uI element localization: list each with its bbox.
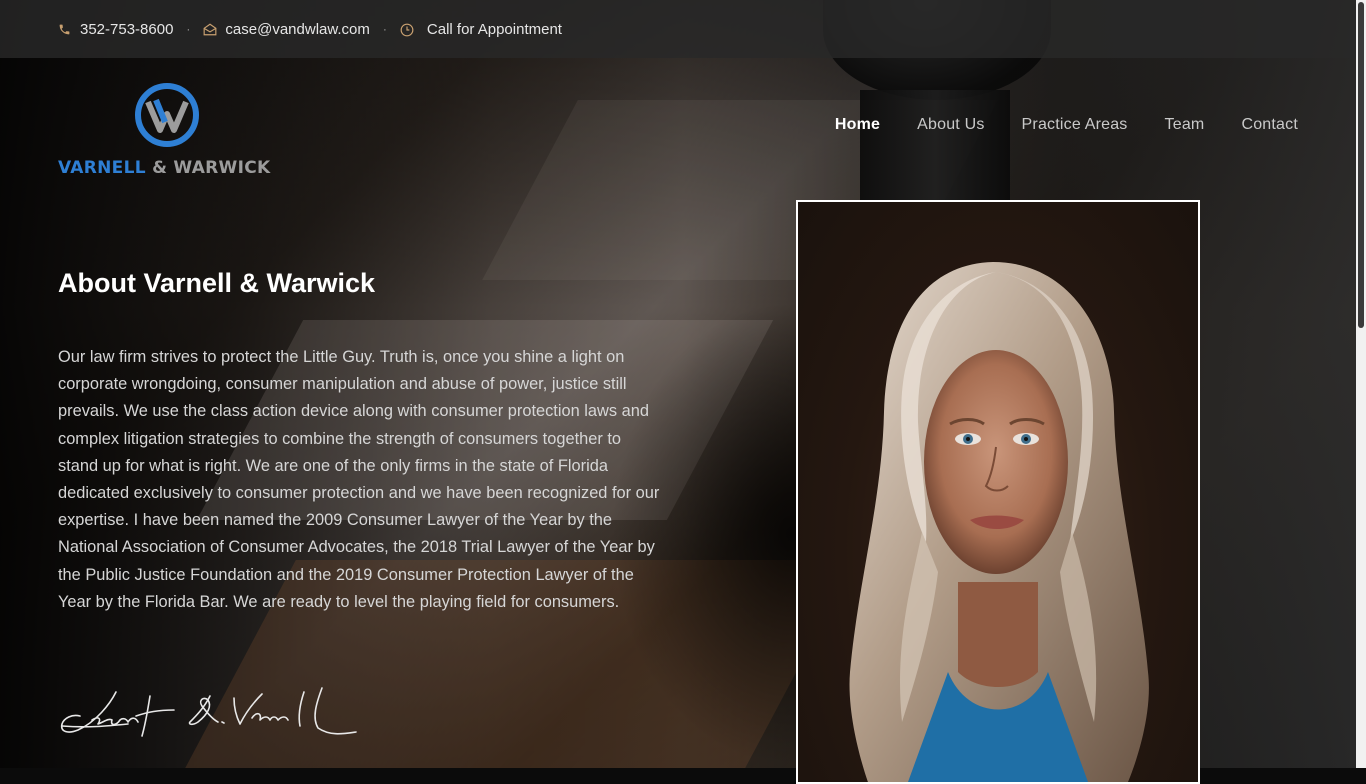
main-navigation: Home About Us Practice Areas Team Contac…: [798, 116, 1298, 134]
attorney-portrait-photo: [796, 200, 1200, 784]
logo-ampersand: &: [145, 158, 174, 178]
scrollbar-thumb[interactable]: [1358, 2, 1364, 328]
separator-dot: ·: [186, 22, 191, 36]
about-paragraph: Our law firm strives to protect the Litt…: [58, 348, 660, 611]
handwritten-signature: [58, 686, 358, 748]
envelope-icon: [203, 23, 217, 36]
chess-piece-neck: [860, 90, 1010, 200]
phone-icon: [58, 23, 71, 36]
nav-item-practice-areas[interactable]: Practice Areas: [1022, 116, 1128, 134]
clock-icon: [400, 23, 414, 36]
logo-name-varnell: VARNELL: [58, 158, 146, 178]
site-logo[interactable]: VARNELL & WARWICK: [58, 82, 278, 182]
email-address: case@vandwlaw.com: [225, 20, 370, 38]
hours-text: Call for Appointment: [426, 20, 562, 38]
nav-item-about-us[interactable]: About Us: [917, 116, 984, 134]
logo-wordmark: VARNELL & WARWICK: [58, 158, 270, 178]
hours-info: Call for Appointment: [400, 21, 562, 38]
nav-item-contact[interactable]: Contact: [1241, 116, 1298, 134]
logo-name-warwick: WARWICK: [173, 158, 271, 178]
page-scrollbar[interactable]: [1356, 0, 1366, 768]
phone-contact[interactable]: 352-753-8600: [58, 21, 173, 38]
separator-dot: ·: [382, 22, 387, 36]
email-contact[interactable]: case@vandwlaw.com: [203, 20, 370, 38]
nav-item-home[interactable]: Home: [835, 116, 880, 134]
top-contact-bar: 352-753-8600 · case@vandwlaw.com · Call …: [0, 0, 1356, 58]
nav-item-team[interactable]: Team: [1165, 116, 1205, 134]
page-title: About Varnell & Warwick: [58, 268, 376, 298]
logo-vw-mark-icon: [135, 83, 199, 147]
phone-number: 352-753-8600: [80, 20, 174, 38]
